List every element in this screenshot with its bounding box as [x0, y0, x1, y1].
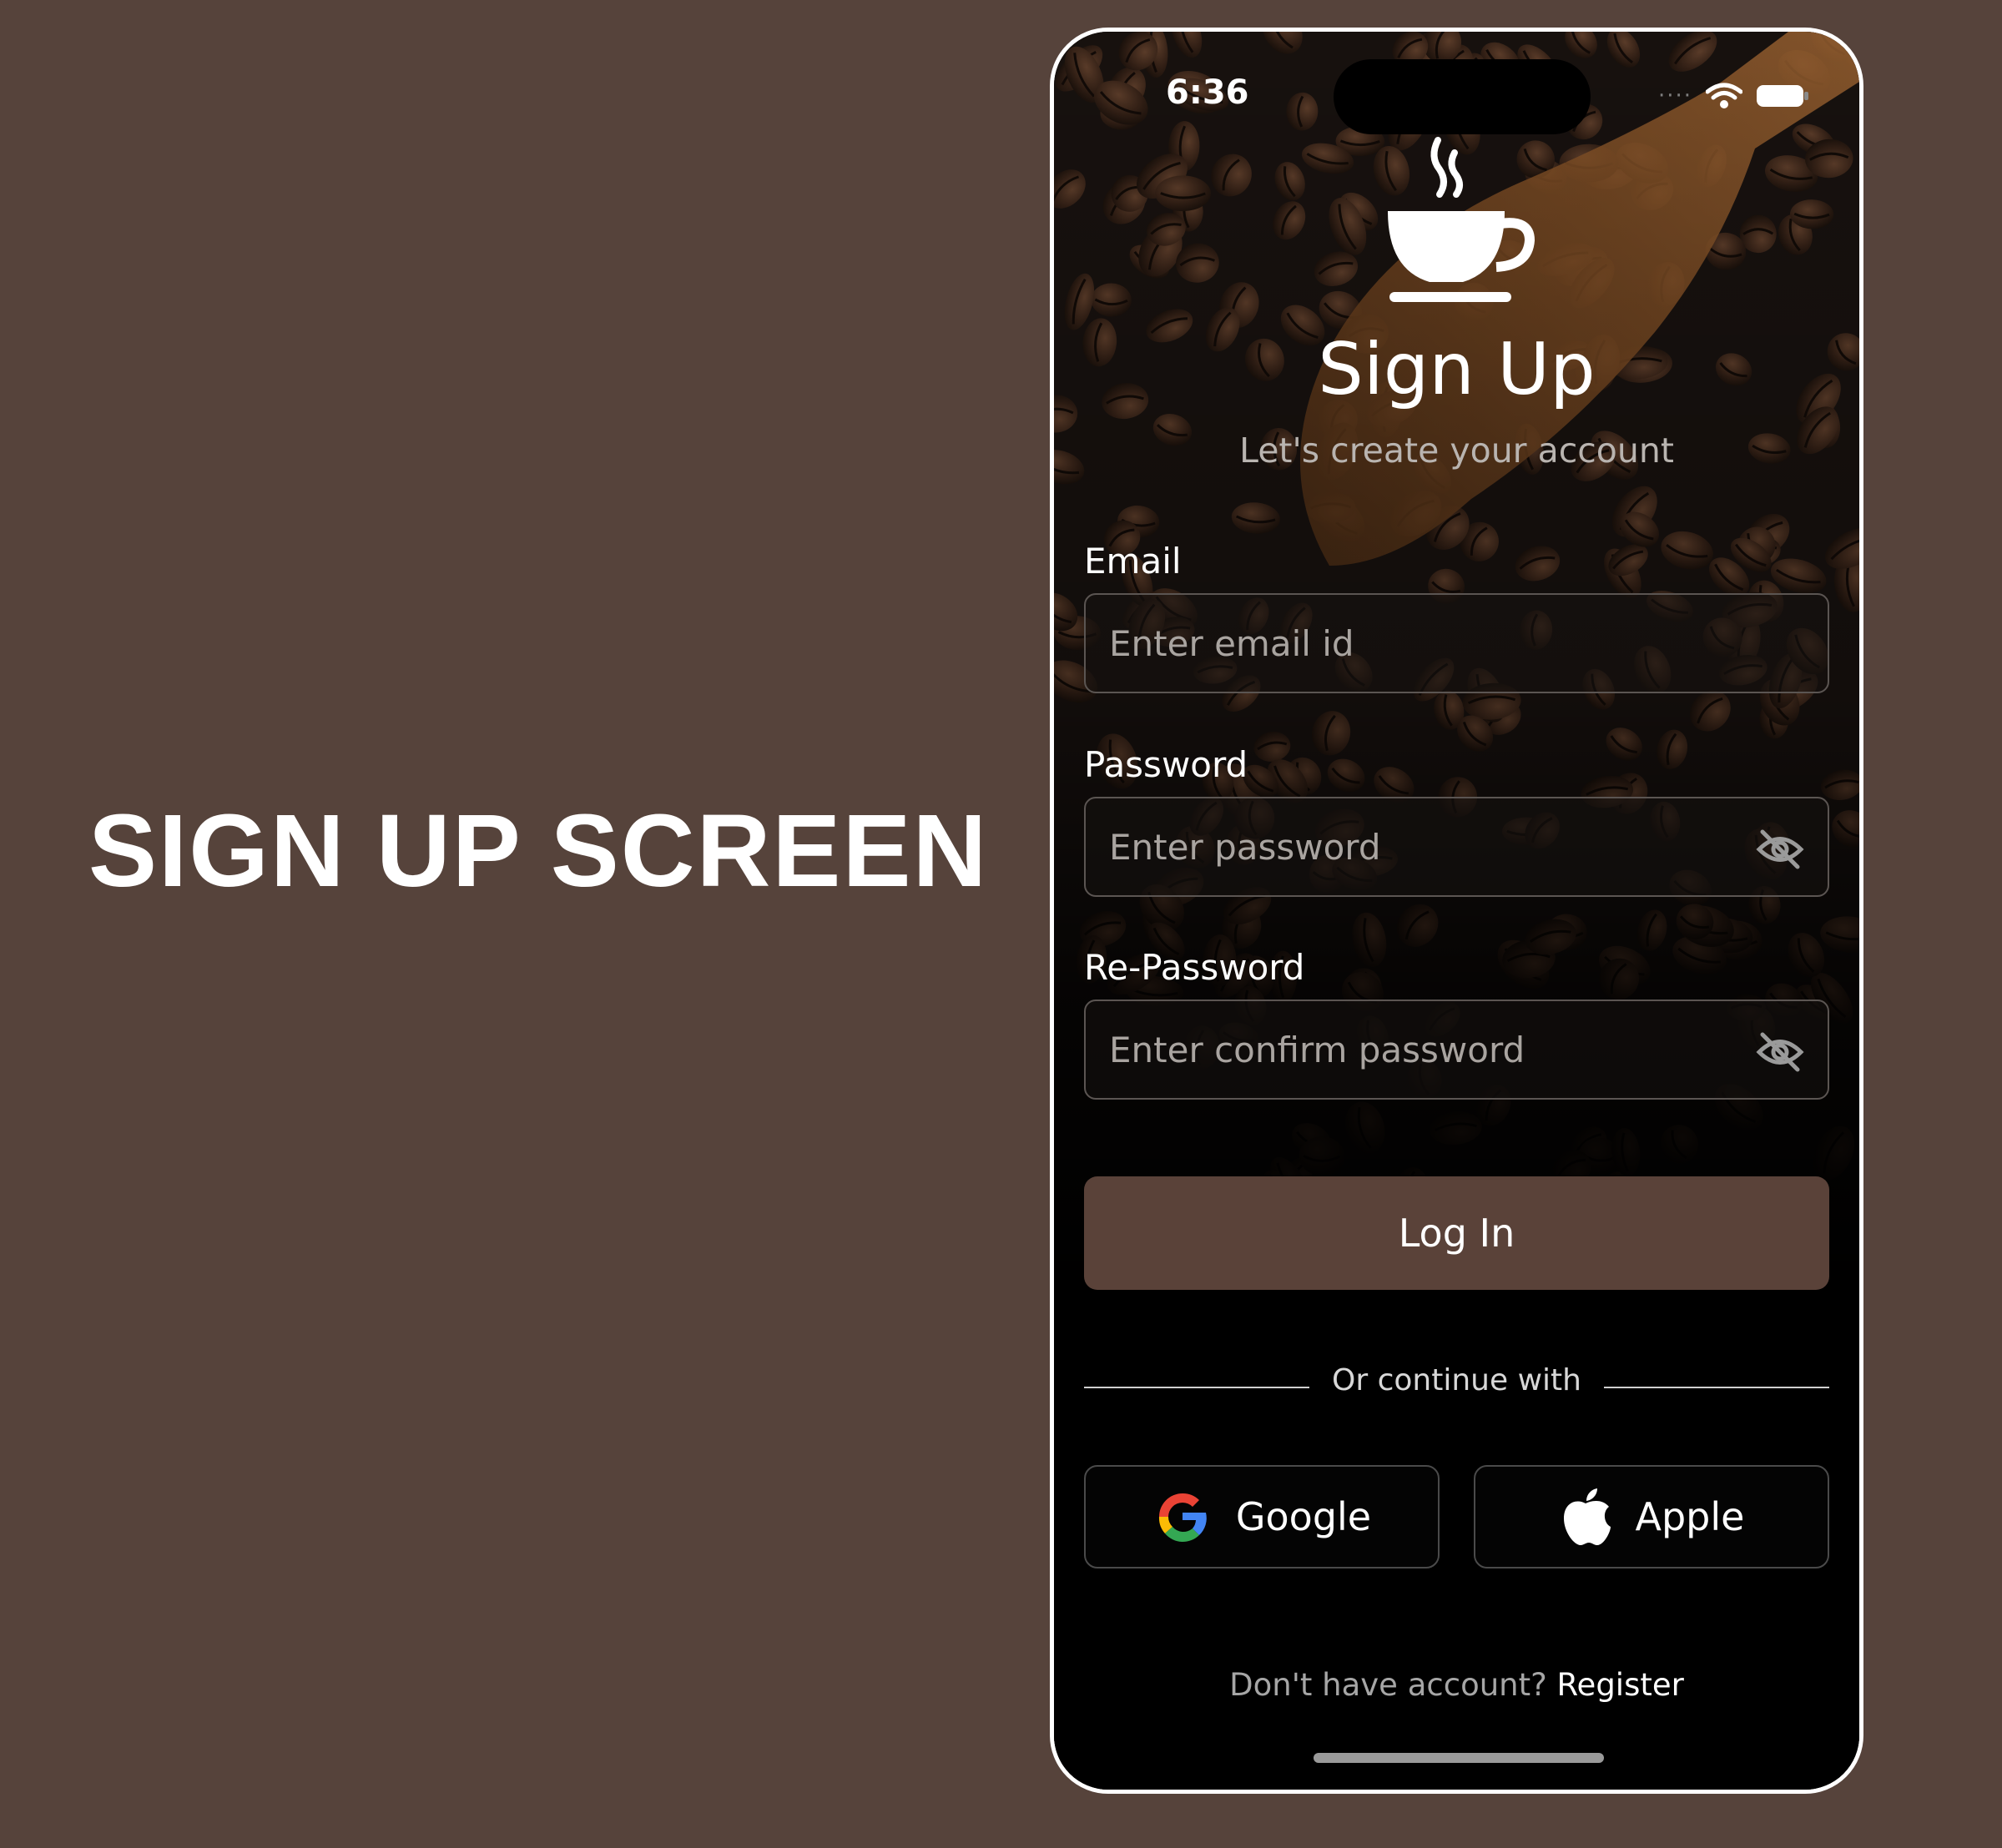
home-indicator [1314, 1753, 1604, 1763]
eye-off-icon[interactable] [1756, 825, 1804, 874]
email-field[interactable] [1109, 595, 1743, 692]
or-continue-text: Or continue with [1332, 1363, 1581, 1397]
coffee-cup-icon [1388, 137, 1536, 302]
login-button[interactable]: Log In [1084, 1176, 1829, 1290]
eye-off-icon[interactable] [1756, 1028, 1804, 1076]
google-label: Google [1235, 1494, 1372, 1539]
battery-icon [1757, 85, 1808, 107]
re-password-field-box [1084, 1000, 1829, 1100]
apple-button[interactable]: Apple [1474, 1465, 1829, 1569]
page-title: Sign Up [1318, 328, 1596, 411]
phone-frame: 6:36 ···· Sign Up Let's create your acco… [1050, 28, 1863, 1794]
password-field-box [1084, 797, 1829, 897]
headline: SIGN UP SCREEN [88, 794, 989, 909]
register-row: Don't have account? Register [1054, 1667, 1859, 1703]
register-prompt: Don't have account? [1229, 1667, 1547, 1703]
re-password-label: Re-Password [1084, 947, 1305, 988]
google-icon [1158, 1493, 1207, 1542]
email-label: Email [1084, 541, 1182, 582]
register-link[interactable]: Register [1557, 1667, 1684, 1703]
password-field[interactable] [1109, 798, 1743, 895]
page-subtitle: Let's create your account [1239, 431, 1674, 471]
dynamic-island [1334, 59, 1591, 134]
wifi-icon [1706, 83, 1742, 108]
re-password-field[interactable] [1109, 1001, 1743, 1098]
email-field-box [1084, 593, 1829, 693]
apple-label: Apple [1635, 1494, 1745, 1539]
status-icons: ···· [1658, 82, 1809, 110]
status-time: 6:36 [1166, 73, 1249, 112]
google-button[interactable]: Google [1084, 1465, 1440, 1569]
password-label: Password [1084, 744, 1248, 785]
apple-icon [1563, 1488, 1611, 1545]
signal-dots: ···· [1657, 83, 1692, 108]
